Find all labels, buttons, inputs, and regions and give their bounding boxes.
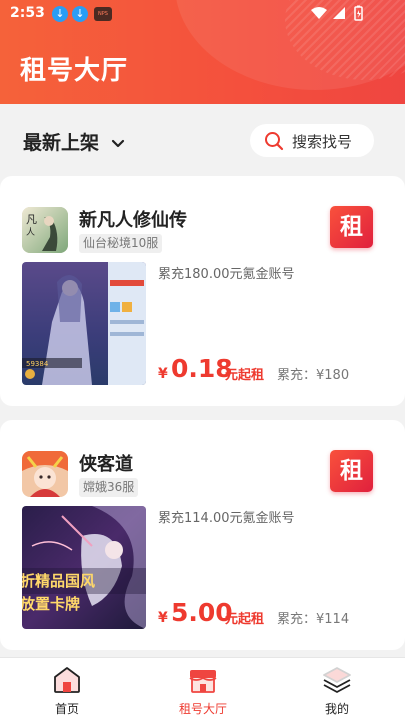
svg-text:59384: 59384 [26, 360, 49, 368]
rent-badge: 租 [330, 450, 373, 492]
home-icon [52, 666, 82, 694]
nav-home-label: 首页 [54, 702, 79, 716]
price-value: 5.00 [171, 598, 233, 627]
filter-bar: 最新上架 搜索找号 [0, 104, 405, 174]
server-tag: 仙台秘境10服 [79, 234, 163, 253]
listing-description: 累充180.00元氪金账号 [158, 267, 295, 282]
total-recharge: 累充：¥114 [277, 612, 350, 627]
bottom-nav: 首页 租号大厅 我的 [0, 657, 405, 720]
listing-description: 累充114.00元氪金账号 [158, 511, 295, 526]
listing-card[interactable]: 凡 人 新凡人修仙传 仙台秘境10服 租 59384 累充180.00元氪金账号… [0, 176, 405, 406]
rent-badge: 租 [330, 206, 373, 248]
status-right-icons [309, 5, 369, 27]
listing-card[interactable]: 侠客道 嫦娥36服 租 折精品国风 放置卡牌 累充114.00元氪金账号 ¥ 5… [0, 420, 405, 650]
svg-text:凡: 凡 [26, 213, 37, 226]
svg-text:人: 人 [26, 227, 35, 238]
nav-home[interactable]: 首页 [7, 658, 127, 720]
download-icon: ↓ [52, 6, 68, 22]
game-title: 侠客道 [79, 454, 133, 475]
game-icon: 凡 人 [22, 207, 68, 253]
nav-rental-hall[interactable]: 租号大厅 [143, 658, 263, 720]
wifi-icon [311, 7, 327, 19]
app-notification-icon: NPS [94, 7, 112, 21]
nav-mine[interactable]: 我的 [277, 658, 397, 720]
svg-text:折精品国风: 折精品国风 [22, 572, 95, 590]
layers-icon [322, 666, 352, 694]
total-recharge: 累充：¥180 [277, 368, 350, 383]
search-label: 搜索找号 [292, 133, 353, 151]
game-screenshot: 折精品国风 放置卡牌 [22, 506, 146, 629]
download-icon: ↓ [72, 6, 88, 22]
price-currency: ¥ [158, 610, 168, 626]
nav-mine-label: 我的 [324, 702, 349, 716]
nav-rental-hall-label: 租号大厅 [178, 702, 227, 716]
shop-icon [188, 666, 218, 694]
battery-icon [354, 5, 363, 21]
signal-icon [333, 7, 345, 19]
page-title: 租号大厅 [20, 56, 129, 86]
svg-text:放置卡牌: 放置卡牌 [22, 595, 80, 613]
game-title: 新凡人修仙传 [79, 210, 187, 231]
search-button[interactable]: 搜索找号 [250, 124, 374, 157]
status-time: 2:53 [10, 5, 45, 21]
server-tag: 嫦娥36服 [79, 478, 139, 497]
search-icon [264, 131, 284, 155]
chevron-down-icon[interactable] [111, 134, 125, 153]
price-unit: 元起租 [225, 612, 265, 627]
status-bar: 2:53 ↓ ↓ NPS [0, 0, 405, 28]
app-header: 2:53 ↓ ↓ NPS 租号大厅 [0, 0, 405, 104]
price-currency: ¥ [158, 366, 168, 382]
game-screenshot: 59384 [22, 262, 146, 385]
price-value: 0.18 [171, 354, 233, 383]
sort-dropdown-label[interactable]: 最新上架 [23, 128, 99, 155]
price-unit: 元起租 [225, 368, 265, 383]
game-icon [22, 451, 68, 497]
